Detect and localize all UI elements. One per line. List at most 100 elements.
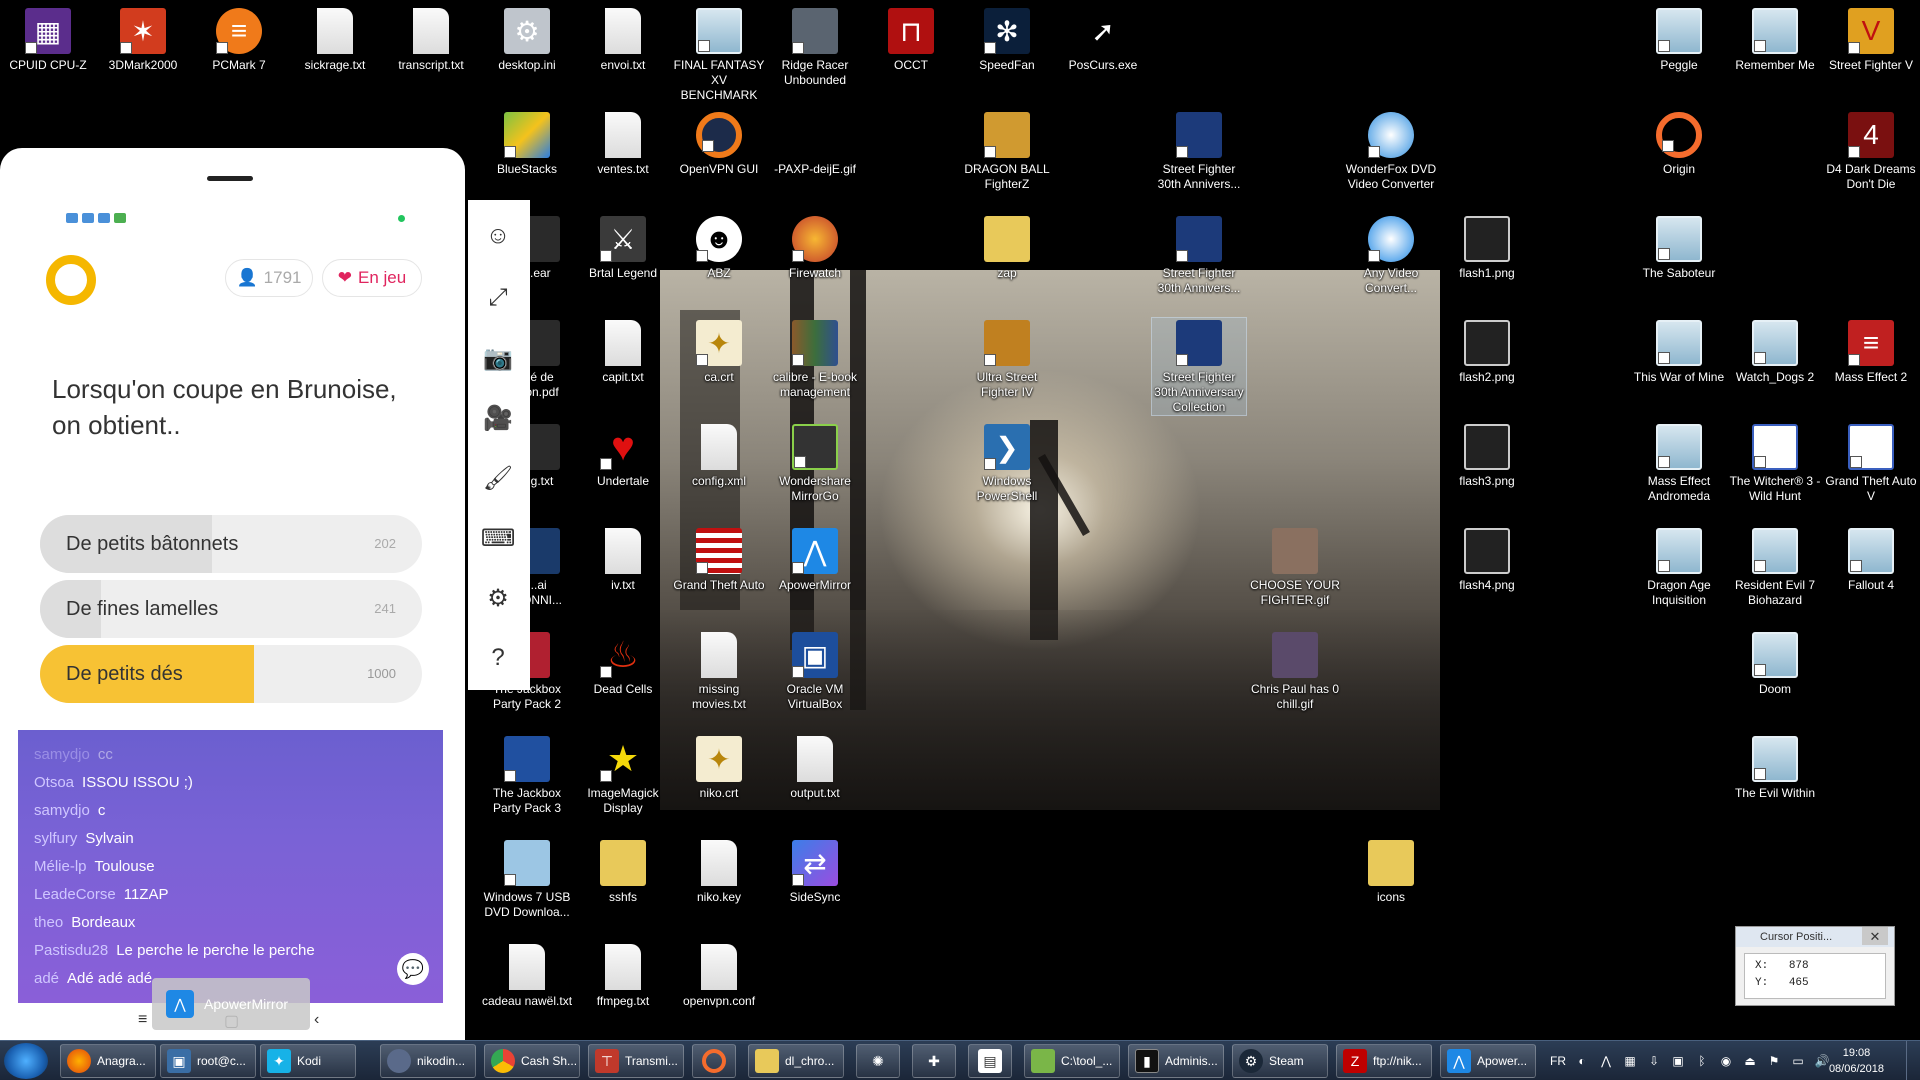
- desktop-icon-witcher[interactable]: The Witcher® 3 - Wild Hunt: [1728, 422, 1822, 504]
- desktop-icon-dbfz[interactable]: DRAGON BALL FighterZ: [960, 110, 1054, 192]
- desktop-icon-sf30a[interactable]: Street Fighter 30th Annivers...: [1152, 110, 1246, 192]
- desktop-icon-sidesync[interactable]: ⇄ SideSync: [768, 838, 862, 905]
- desktop-icon-nikokey[interactable]: niko.key: [672, 838, 766, 905]
- desktop-icon-paxp[interactable]: -PAXP-deijE.gif: [768, 110, 862, 177]
- desktop-icon-ffbench[interactable]: FINAL FANTASY XV BENCHMARK: [672, 6, 766, 103]
- desktop-icon-sf30b[interactable]: Street Fighter 30th Annivers...: [1152, 214, 1246, 296]
- desktop-icon-fallout4[interactable]: Fallout 4: [1824, 526, 1918, 593]
- desktop-icon-vbox[interactable]: ▣ Oracle VM VirtualBox: [768, 630, 862, 712]
- desktop-icon-chooseyour[interactable]: CHOOSE YOUR FIGHTER.gif: [1248, 526, 1342, 608]
- keyboard-icon[interactable]: ⌨: [481, 522, 516, 554]
- desktop-icon-ventes[interactable]: ventes.txt: [576, 110, 670, 177]
- desktop-icon-imagemagick[interactable]: ★ ImageMagick Display: [576, 734, 670, 816]
- eject-icon[interactable]: ⏏: [1742, 1053, 1758, 1069]
- desktop-icon-gta5[interactable]: Grand Theft Auto V: [1824, 422, 1918, 504]
- desktop-icon-undertale[interactable]: ♥ Undertale: [576, 422, 670, 489]
- desktop-icon-ivtxt[interactable]: iv.txt: [576, 526, 670, 593]
- clock[interactable]: 19:08 08/06/2018: [1829, 1045, 1884, 1077]
- desktop-icon-ridgeracer[interactable]: Ridge Racer Unbounded: [768, 6, 862, 88]
- fullscreen-icon[interactable]: ⤢: [482, 282, 514, 314]
- answer-option-3[interactable]: De petits dés 1000: [40, 645, 422, 703]
- desktop-icon-flash2[interactable]: flash2.png: [1440, 318, 1534, 385]
- desktop-icon-sshfs[interactable]: sshfs: [576, 838, 670, 905]
- menu-icon[interactable]: ≡: [138, 1011, 147, 1029]
- desktop-icon-envoi[interactable]: envoi.txt: [576, 6, 670, 73]
- desktop-icon-re7[interactable]: Resident Evil 7 Biohazard: [1728, 526, 1822, 608]
- settings-icon[interactable]: ⚙: [482, 582, 514, 614]
- desktop-icon-desktopini[interactable]: ⚙ desktop.ini: [480, 6, 574, 73]
- close-icon[interactable]: ✕: [1862, 927, 1888, 945]
- flag-icon[interactable]: ⚑: [1766, 1053, 1782, 1069]
- desktop-icon-openvpngui[interactable]: OpenVPN GUI: [672, 110, 766, 177]
- desktop-icon-chrispaul[interactable]: Chris Paul has 0 chill.gif: [1248, 630, 1342, 712]
- mirror-tray-icon[interactable]: ⋀: [1598, 1053, 1614, 1069]
- show-desktop-button[interactable]: [1906, 1041, 1920, 1080]
- answer-option-2[interactable]: De fines lamelles 241: [40, 580, 422, 638]
- bluetooth-icon[interactable]: ᛒ: [1694, 1053, 1710, 1069]
- desktop-icon-deadcells[interactable]: ♨ Dead Cells: [576, 630, 670, 697]
- desktop-icon-transcript[interactable]: transcript.txt: [384, 6, 478, 73]
- taskbar-chrome[interactable]: Cash Sh...: [484, 1044, 580, 1078]
- desktop-icon-usf4[interactable]: Ultra Street Fighter IV: [960, 318, 1054, 400]
- desktop-icon-watchdogs[interactable]: Watch_Dogs 2: [1728, 318, 1822, 385]
- desktop-icon-speedfan[interactable]: ✻ SpeedFan: [960, 6, 1054, 73]
- download-icon[interactable]: ⇩: [1646, 1053, 1662, 1069]
- taskbar-origin[interactable]: [692, 1044, 736, 1078]
- desktop-icon-anyvideo[interactable]: Any Video Convert...: [1344, 214, 1438, 296]
- desktop-icon-nikocrt[interactable]: ✦ niko.crt: [672, 734, 766, 801]
- desktop-icon-output[interactable]: output.txt: [768, 734, 862, 801]
- desktop-icon-doom[interactable]: Doom: [1728, 630, 1822, 697]
- taskbar-transmission[interactable]: ⊤ Transmi...: [588, 1044, 684, 1078]
- desktop-icon-mirrorgo[interactable]: Wondershare MirrorGo: [768, 422, 862, 504]
- language-indicator[interactable]: FR: [1550, 1054, 1566, 1068]
- taskbar-nikodin[interactable]: nikodin...: [380, 1044, 476, 1078]
- taskbar-filezilla[interactable]: Zftp://nik...: [1336, 1044, 1432, 1078]
- desktop-icon-gta[interactable]: Grand Theft Auto: [672, 526, 766, 593]
- taskbar-game[interactable]: ✚: [912, 1044, 956, 1078]
- desktop-icon-flash1[interactable]: flash1.png: [1440, 214, 1534, 281]
- desktop-icon-rememberme[interactable]: Remember Me: [1728, 6, 1822, 73]
- desktop-icon-icons[interactable]: icons: [1344, 838, 1438, 905]
- desktop-icon-origin[interactable]: Origin: [1632, 110, 1726, 177]
- mouse-icon[interactable]: ◐: [1574, 1053, 1590, 1069]
- desktop-icon-saboteur[interactable]: The Saboteur: [1632, 214, 1726, 281]
- desktop-icon-occt[interactable]: ⊓ OCCT: [864, 6, 958, 73]
- desktop-icon-cacrt[interactable]: ✦ ca.crt: [672, 318, 766, 385]
- desktop-icon-abz[interactable]: ☻ ABZ: [672, 214, 766, 281]
- taskbar-firefox[interactable]: Anagra...: [60, 1044, 156, 1078]
- volume-icon[interactable]: 🔊: [1814, 1053, 1830, 1069]
- desktop-icon-capit[interactable]: capit.txt: [576, 318, 670, 385]
- chat-bubble-icon[interactable]: 💬: [397, 953, 429, 985]
- taskbar-app[interactable]: ✺: [856, 1044, 900, 1078]
- desktop-icon-firewatch[interactable]: Firewatch: [768, 214, 862, 281]
- gpu-icon[interactable]: ▣: [1670, 1053, 1686, 1069]
- desktop-icon-configxml[interactable]: config.xml: [672, 422, 766, 489]
- desktop-icon-sf30c[interactable]: Street Fighter 30th Anniversary Collecti…: [1151, 317, 1247, 416]
- taskbar-steam[interactable]: ⚙ Steam: [1232, 1044, 1328, 1078]
- desktop-icon-poscurs[interactable]: ➚ PosCurs.exe: [1056, 6, 1150, 73]
- taskbar-cmd[interactable]: C:\tool_...: [1024, 1044, 1120, 1078]
- desktop-icon-powershell[interactable]: ❯ Windows PowerShell: [960, 422, 1054, 504]
- monitor-icon[interactable]: ▭: [1790, 1053, 1806, 1069]
- desktop-icon-mea[interactable]: Mass Effect Andromeda: [1632, 422, 1726, 504]
- desktop-icon-masseffect2[interactable]: ≡ Mass Effect 2: [1824, 318, 1918, 385]
- phone-screen[interactable]: 👤 1791 ❤ En jeu Lorsqu'on coupe en Bruno…: [18, 205, 443, 1003]
- cursor-position-window[interactable]: Cursor Positi... ✕ X: 878 Y: 465: [1735, 926, 1895, 1006]
- help-icon[interactable]: ?: [482, 642, 514, 674]
- desktop-icon-cadeau[interactable]: cadeau nawël.txt: [480, 942, 574, 1009]
- desktop-icon-cpuz[interactable]: ▦ CPUID CPU-Z: [1, 6, 95, 73]
- desktop-icon-ffmpeg[interactable]: ffmpeg.txt: [576, 942, 670, 1009]
- taskbar-admin[interactable]: ▮ Adminis...: [1128, 1044, 1224, 1078]
- camera-icon[interactable]: 📷: [482, 342, 514, 374]
- desktop-icon-wonderfox[interactable]: WonderFox DVD Video Converter: [1344, 110, 1438, 192]
- mascot-icon[interactable]: ☺: [482, 220, 514, 252]
- start-button[interactable]: [4, 1043, 48, 1079]
- taskbar-doc[interactable]: ▤: [968, 1044, 1012, 1078]
- desktop-icon-sfv[interactable]: V Street Fighter V: [1824, 6, 1918, 73]
- taskbar-dlchro[interactable]: dl_chro...: [748, 1044, 844, 1078]
- desktop-icon-flash4[interactable]: flash4.png: [1440, 526, 1534, 593]
- desktop-icon-evilwithin[interactable]: The Evil Within: [1728, 734, 1822, 801]
- brush-icon[interactable]: 🖌: [482, 462, 514, 494]
- desktop-icon-jackbox3[interactable]: The Jackbox Party Pack 3: [480, 734, 574, 816]
- desktop-icon-sickrage[interactable]: sickrage.txt: [288, 6, 382, 73]
